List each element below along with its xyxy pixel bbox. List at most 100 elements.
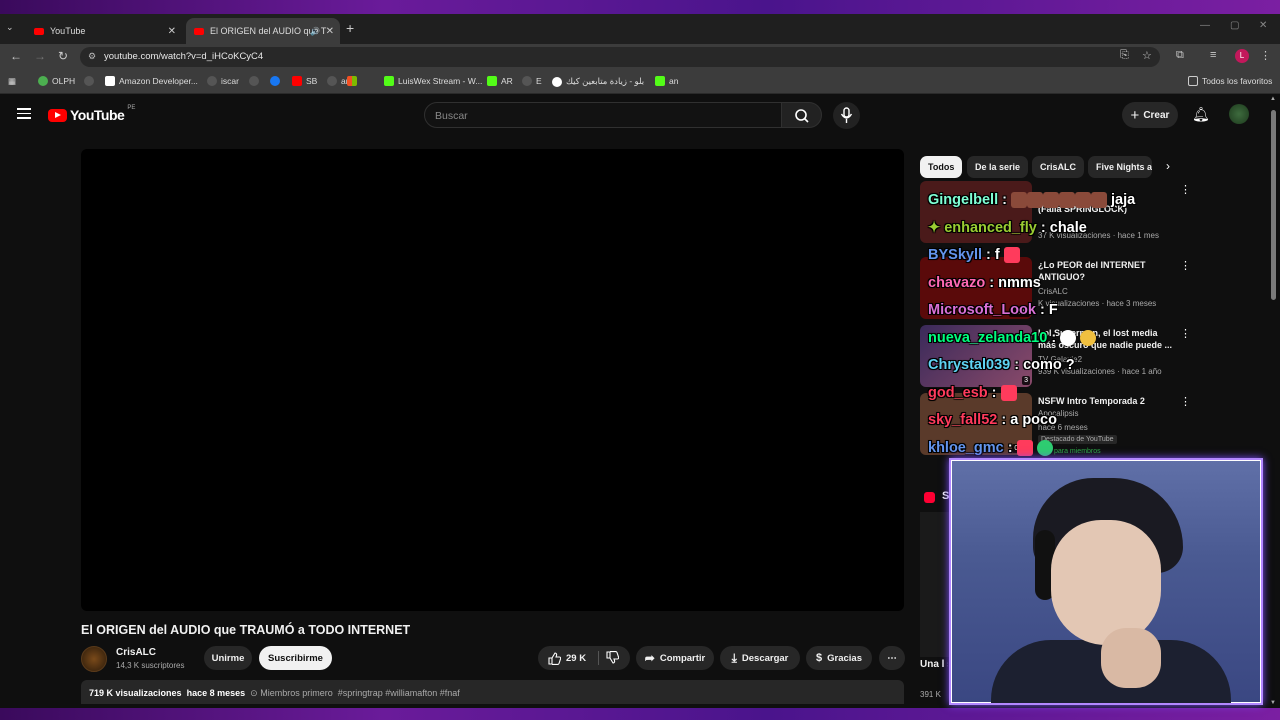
recommendation-title: ¿Lo PEOR del INTERNET ANTIGUO? (1038, 260, 1146, 282)
youtube-header: YouTube PE Buscar + Crear 🔔︎ (0, 94, 1280, 136)
apps-grid-icon[interactable]: ▦ (8, 76, 16, 87)
bookmark-item[interactable]: iscar (207, 76, 239, 86)
dislike-button[interactable] (606, 651, 620, 667)
bookmark-label: SB (306, 76, 318, 86)
more-options-icon[interactable]: ⋮ (1180, 327, 1191, 340)
speaker-icon[interactable]: 🔊 (310, 27, 320, 36)
close-tab-icon[interactable]: ✕ (168, 26, 176, 37)
chip-channel[interactable]: CrisALC (1032, 156, 1085, 178)
description-box[interactable]: 719 K visualizaciones hace 8 meses ⊙ Mie… (81, 680, 904, 704)
thanks-button[interactable]: $ Gracias (806, 646, 872, 670)
chat-message: BYSkyll : f (928, 247, 1020, 267)
forward-icon[interactable]: → (34, 49, 46, 63)
share-button[interactable]: ➦ Compartir (636, 646, 714, 670)
tab-title: YouTube (50, 26, 86, 36)
subscribe-button[interactable]: Suscribirme (259, 646, 332, 670)
chip-all[interactable]: Todos (920, 156, 963, 178)
site-info-icon[interactable]: ⚙ (88, 51, 96, 62)
chat-text: F (1048, 302, 1058, 318)
bookmark-item[interactable]: Amazon Developer... (105, 76, 198, 86)
close-tab-icon[interactable]: ✕ (326, 26, 334, 37)
chat-message: ✦ enhanced_fly : chale (928, 220, 1087, 236)
scroll-up-icon[interactable]: ▲ (1270, 96, 1276, 102)
tab-search-icon[interactable]: ⌄ (6, 22, 14, 33)
bookmark-item[interactable] (84, 76, 94, 86)
chat-text: a poco (1010, 412, 1057, 428)
tab-video[interactable]: El ORIGEN del AUDIO que T 🔊 ✕ (186, 18, 340, 44)
google-icon (38, 76, 48, 86)
like-button[interactable]: 29 K (548, 651, 586, 665)
reading-list-icon[interactable]: ≡ (1210, 49, 1216, 61)
account-avatar[interactable] (1229, 104, 1249, 124)
install-app-icon[interactable]: ⎘ (1120, 49, 1129, 62)
bookmark-item[interactable]: بلو - زيادة متابعين كيك (552, 76, 644, 87)
emote-icon (1060, 330, 1077, 347)
menu-icon[interactable] (17, 108, 31, 119)
search-input[interactable]: Buscar (424, 102, 782, 128)
channel-name[interactable]: CrisALC (116, 647, 156, 658)
youtube-logo[interactable]: YouTube PE (48, 105, 136, 123)
channel-avatar[interactable] (81, 646, 107, 672)
chat-username: nueva_zelanda10 (928, 330, 1048, 346)
more-actions-button[interactable]: ⋯ (879, 646, 905, 670)
maximize-icon[interactable]: ▢ (1230, 20, 1239, 31)
tab-youtube[interactable]: YouTube ✕ (26, 18, 182, 44)
emote-icon (1080, 330, 1097, 347)
emote-icon (1026, 192, 1043, 209)
short-title: Una l su pro (920, 659, 948, 670)
join-button[interactable]: Unirme (204, 646, 252, 670)
share-label: Compartir (659, 652, 706, 664)
short-thumbnail[interactable] (920, 512, 950, 657)
extensions-icon[interactable]: ⧉ (1176, 49, 1184, 62)
reload-icon[interactable]: ↻ (58, 49, 68, 63)
kick-icon (384, 76, 394, 86)
bookmark-item[interactable]: AR (487, 76, 513, 86)
search-button[interactable] (781, 102, 822, 128)
recommendation-channel: CrisALC (1038, 287, 1068, 296)
hashtags[interactable]: #springtrap #williamafton #fnaf (338, 688, 460, 698)
emote-icon (1090, 192, 1107, 209)
download-button[interactable]: ⤓ Descargar (720, 646, 800, 670)
video-player[interactable] (81, 149, 904, 611)
bookmark-item[interactable]: LuisWex Stream - W... (384, 76, 482, 86)
more-icon: ⋯ (887, 652, 897, 664)
chip-series[interactable]: De la serie (967, 156, 1029, 178)
scroll-down-icon[interactable]: ▼ (1270, 700, 1276, 706)
bookmark-item[interactable] (249, 76, 259, 86)
minimize-icon[interactable]: — (1200, 20, 1210, 31)
bookmark-star-icon[interactable]: ☆ (1142, 49, 1152, 62)
more-options-icon[interactable]: ⋮ (1180, 259, 1191, 272)
chat-text: como ? (1023, 357, 1075, 373)
more-options-icon[interactable]: ⋮ (1180, 395, 1191, 408)
bookmark-item[interactable]: an (655, 76, 678, 86)
navigation-bar: ← → ↻ ⚙ youtube.com/watch?v=d_iHCoKCyC4 … (0, 44, 1280, 70)
close-window-icon[interactable]: ✕ (1259, 20, 1267, 31)
subscribe-label: Suscribirme (268, 652, 323, 664)
browser-menu-icon[interactable]: ⋮ (1260, 49, 1271, 62)
chip-fnaf[interactable]: Five Nights at (1088, 156, 1152, 178)
address-bar[interactable]: ⚙ youtube.com/watch?v=d_iHCoKCyC4 (80, 47, 1160, 67)
voice-search-button[interactable] (833, 102, 860, 129)
bookmark-item[interactable]: E (522, 76, 542, 86)
chat-message: Microsoft_Look : F (928, 302, 1058, 318)
all-bookmarks[interactable]: Todos los favoritos (1188, 76, 1272, 86)
chat-text: chale (1049, 220, 1087, 236)
emote-icon (1036, 440, 1053, 457)
region-code: PE (127, 105, 136, 111)
bookmark-item[interactable] (270, 76, 280, 86)
create-button[interactable]: + Crear (1122, 102, 1178, 128)
search-bar: Buscar (424, 102, 822, 128)
back-icon[interactable]: ← (10, 49, 22, 63)
new-tab-icon[interactable]: + (346, 20, 354, 36)
divider (598, 651, 599, 665)
bookmark-item[interactable]: OLPH (38, 76, 75, 86)
chevron-right-icon[interactable]: › (1166, 159, 1170, 173)
profile-avatar[interactable]: L (1235, 49, 1249, 63)
bookmark-item[interactable] (347, 76, 357, 86)
more-options-icon[interactable]: ⋮ (1180, 183, 1191, 196)
page-scrollbar[interactable]: ▲ ▼ (1270, 96, 1276, 708)
streamer-hand (1101, 628, 1161, 688)
bookmark-item[interactable]: SB (292, 76, 317, 86)
scrollbar-thumb[interactable] (1271, 110, 1276, 300)
notifications-bell-icon[interactable]: 🔔︎ (1192, 106, 1210, 123)
